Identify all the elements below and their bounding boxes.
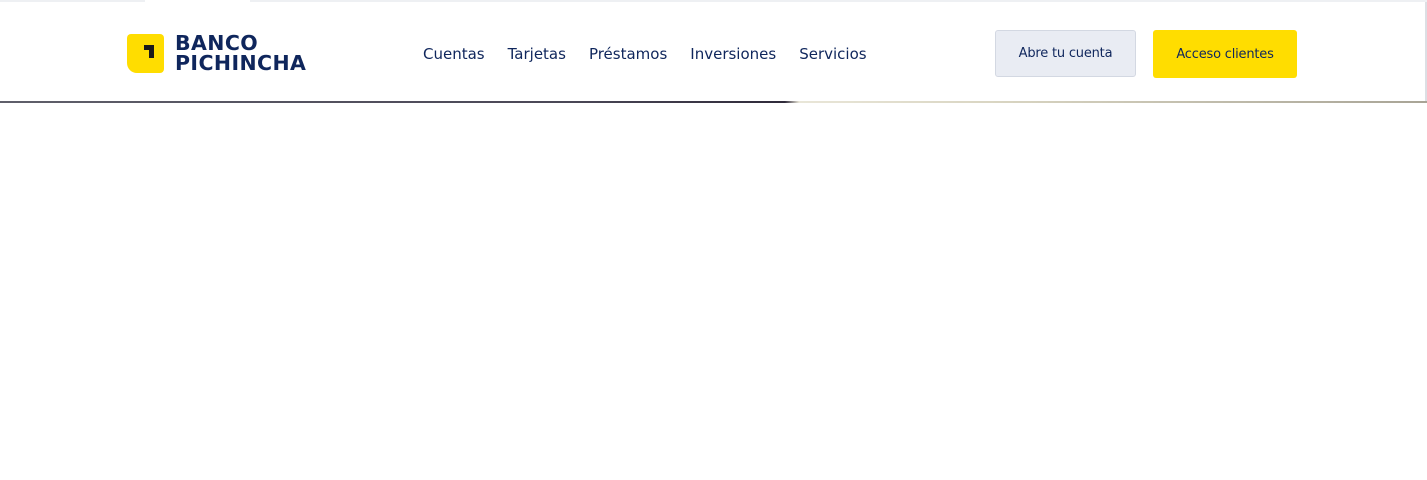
main-nav: Cuentas Tarjetas Préstamos Inversiones S… <box>423 44 867 64</box>
site-header: BANCO PICHINCHA Cuentas Tarjetas Préstam… <box>0 2 1427 102</box>
client-access-button[interactable]: Acceso clientes <box>1153 30 1297 78</box>
brand-logo[interactable]: BANCO PICHINCHA <box>127 33 306 73</box>
nav-item-inversiones[interactable]: Inversiones <box>690 44 776 64</box>
brand-name: BANCO PICHINCHA <box>175 31 307 75</box>
brand-name-line2: PICHINCHA <box>175 51 307 75</box>
header-divider <box>0 101 1427 103</box>
nav-item-cuentas[interactable]: Cuentas <box>423 44 485 64</box>
nav-item-servicios[interactable]: Servicios <box>799 44 866 64</box>
nav-item-prestamos[interactable]: Préstamos <box>589 44 667 64</box>
open-account-button[interactable]: Abre tu cuenta <box>995 30 1136 77</box>
brand-name-line1: BANCO <box>175 31 259 55</box>
banco-pichincha-logo-icon <box>127 33 164 73</box>
nav-item-tarjetas[interactable]: Tarjetas <box>508 44 566 64</box>
